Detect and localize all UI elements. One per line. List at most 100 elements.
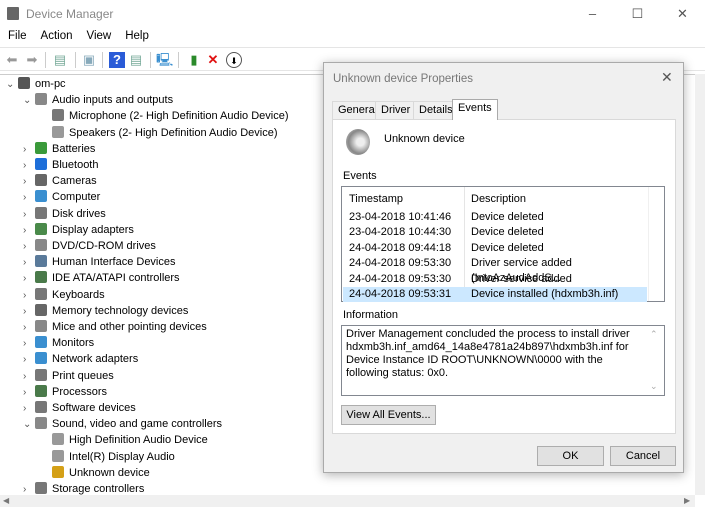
tree-item[interactable]: › Computer	[23, 189, 100, 205]
maximize-button[interactable]: ☐	[615, 0, 660, 28]
help-icon[interactable]: ?	[109, 52, 125, 68]
information-textbox[interactable]: Driver Management concluded the process …	[341, 325, 665, 396]
uninstall-icon[interactable]: ✕	[205, 52, 221, 68]
properties-icon[interactable]: ▤	[52, 52, 68, 68]
event-description: Device deleted	[471, 211, 544, 223]
tree-item-label: DVD/CD-ROM drives	[52, 240, 156, 252]
expand-icon[interactable]: ›	[23, 288, 35, 304]
tree-item[interactable]: › Software devices	[23, 400, 136, 416]
ok-button[interactable]: OK	[537, 446, 604, 466]
expand-icon[interactable]: ›	[23, 223, 35, 239]
expand-icon[interactable]: ›	[23, 336, 35, 352]
expand-icon[interactable]: ›	[23, 304, 35, 320]
tree-item[interactable]: ⌄ om-pc	[6, 76, 66, 92]
expand-icon[interactable]: ›	[23, 369, 35, 385]
tree-item[interactable]: › Cameras	[23, 173, 97, 189]
tab-driver[interactable]: Driver	[375, 101, 417, 119]
tree-item[interactable]: › Keyboards	[23, 287, 105, 303]
close-button[interactable]: ✕	[660, 0, 705, 28]
tree-item[interactable]: Intel(R) Display Audio	[40, 449, 175, 465]
update-driver-icon[interactable]: ⬇	[226, 52, 242, 68]
expand-icon[interactable]: ›	[23, 142, 35, 158]
tree-item[interactable]: › Memory technology devices	[23, 303, 188, 319]
expand-icon[interactable]: ⌄	[6, 77, 18, 93]
event-timestamp: 23-04-2018 10:44:30	[349, 226, 452, 239]
tree-item[interactable]: › Batteries	[23, 141, 95, 157]
tree-item-label: Human Interface Devices	[52, 256, 176, 269]
event-timestamp: 23-04-2018 10:41:46	[349, 211, 452, 223]
event-row[interactable]: 24-04-2018 09:53:31 Device installed (hdx…	[343, 287, 647, 302]
enable-icon[interactable]: ▮	[186, 52, 202, 68]
view-all-events-button[interactable]: View All Events...	[341, 405, 436, 425]
expand-icon[interactable]: ›	[23, 385, 35, 401]
tree-item[interactable]: High Definition Audio Device	[40, 432, 208, 448]
tree-item[interactable]: ⌄ Audio inputs and outputs	[23, 92, 173, 108]
event-row[interactable]: 23-04-2018 10:44:30 Device deleted	[343, 225, 647, 240]
show-hidden-icon[interactable]: ▣	[81, 52, 97, 68]
tree-item[interactable]: › Bluetooth	[23, 157, 98, 173]
tree-item-label: Software devices	[52, 402, 136, 414]
expand-icon[interactable]: ›	[23, 207, 35, 223]
events-scrollbar[interactable]	[648, 187, 664, 301]
tree-item[interactable]: › Mice and other pointing devices	[23, 319, 207, 335]
scroll-down-icon[interactable]: ⌄	[650, 381, 658, 392]
events-list[interactable]: Timestamp Description 23-04-2018 10:41:4…	[341, 186, 665, 302]
expand-icon[interactable]: ›	[23, 174, 35, 190]
expand-icon[interactable]: ›	[23, 158, 35, 174]
event-row[interactable]: 24-04-2018 09:53:30 Driver service added …	[343, 256, 647, 284]
tree-item-label: Cameras	[52, 175, 97, 188]
tree-item[interactable]: Microphone (2- High Definition Audio Dev…	[40, 108, 289, 124]
run-icon[interactable]: ▤	[128, 52, 144, 68]
scan-icon[interactable]: 🖳	[156, 52, 173, 68]
device-icon	[35, 368, 47, 381]
tree-item-label: Unknown device	[69, 466, 150, 479]
event-row[interactable]: 23-04-2018 10:41:46 Device deleted	[343, 210, 647, 225]
back-icon[interactable]: ⬅	[4, 52, 20, 68]
tree-item[interactable]: › Network adapters	[23, 351, 138, 367]
minimize-button[interactable]: –	[570, 0, 615, 28]
tree-item[interactable]: › DVD/CD-ROM drives	[23, 238, 156, 254]
dialog-close-button[interactable]: ✕	[661, 69, 673, 86]
tree-item[interactable]: › Human Interface Devices	[23, 254, 176, 270]
column-timestamp[interactable]: Timestamp	[349, 193, 403, 205]
expand-icon[interactable]: ›	[23, 401, 35, 417]
column-description[interactable]: Description	[471, 193, 526, 205]
tree-item[interactable]: Speakers (2- High Definition Audio Devic…	[40, 125, 278, 141]
device-icon	[52, 109, 64, 122]
menu-help[interactable]: Help	[117, 28, 155, 42]
event-row[interactable]: 24-04-2018 09:44:18 Device deleted	[343, 241, 647, 256]
device-icon	[35, 190, 47, 203]
scroll-up-icon[interactable]: ⌃	[650, 329, 658, 340]
expand-icon[interactable]: ›	[23, 352, 35, 368]
tree-item-label: Intel(R) Display Audio	[69, 450, 175, 463]
device-icon	[35, 174, 47, 187]
device-icon	[35, 384, 47, 397]
expand-icon[interactable]: ›	[23, 255, 35, 271]
expand-icon[interactable]: ›	[23, 320, 35, 336]
tree-item-label: Computer	[52, 191, 101, 204]
tree-item[interactable]: › Disk drives	[23, 206, 106, 222]
tree-item[interactable]: Unknown device	[40, 465, 150, 481]
tree-item[interactable]: ⌄ Sound, video and game controllers	[23, 416, 222, 432]
expand-icon[interactable]: ›	[23, 239, 35, 255]
tree-item[interactable]: › Processors	[23, 384, 107, 400]
tree-item[interactable]: › Monitors	[23, 335, 94, 351]
forward-icon[interactable]: ➡	[24, 52, 40, 68]
tab-events[interactable]: Events	[452, 99, 498, 120]
menu-view[interactable]: View	[79, 28, 118, 42]
tree-item[interactable]: › Print queues	[23, 368, 114, 384]
expand-icon[interactable]: ›	[23, 271, 35, 287]
vertical-scrollbar[interactable]	[695, 74, 705, 495]
cancel-button[interactable]: Cancel	[610, 446, 676, 466]
menu-file[interactable]: File	[0, 28, 33, 42]
expand-icon[interactable]: ›	[23, 190, 35, 206]
expand-icon[interactable]: ⌄	[23, 93, 35, 109]
horizontal-scrollbar[interactable]: ◀ ▶	[0, 495, 695, 507]
expand-icon[interactable]: ⌄	[23, 417, 35, 433]
title-bar: Device Manager – ☐ ✕	[0, 0, 705, 28]
event-row[interactable]: 24-04-2018 09:53:30 Driver service added …	[343, 272, 647, 300]
tree-item[interactable]: › Display adapters	[23, 222, 134, 238]
tree-item[interactable]: › IDE ATA/ATAPI controllers	[23, 270, 180, 286]
event-timestamp: 24-04-2018 09:53:30	[349, 257, 452, 270]
menu-action[interactable]: Action	[33, 28, 79, 42]
